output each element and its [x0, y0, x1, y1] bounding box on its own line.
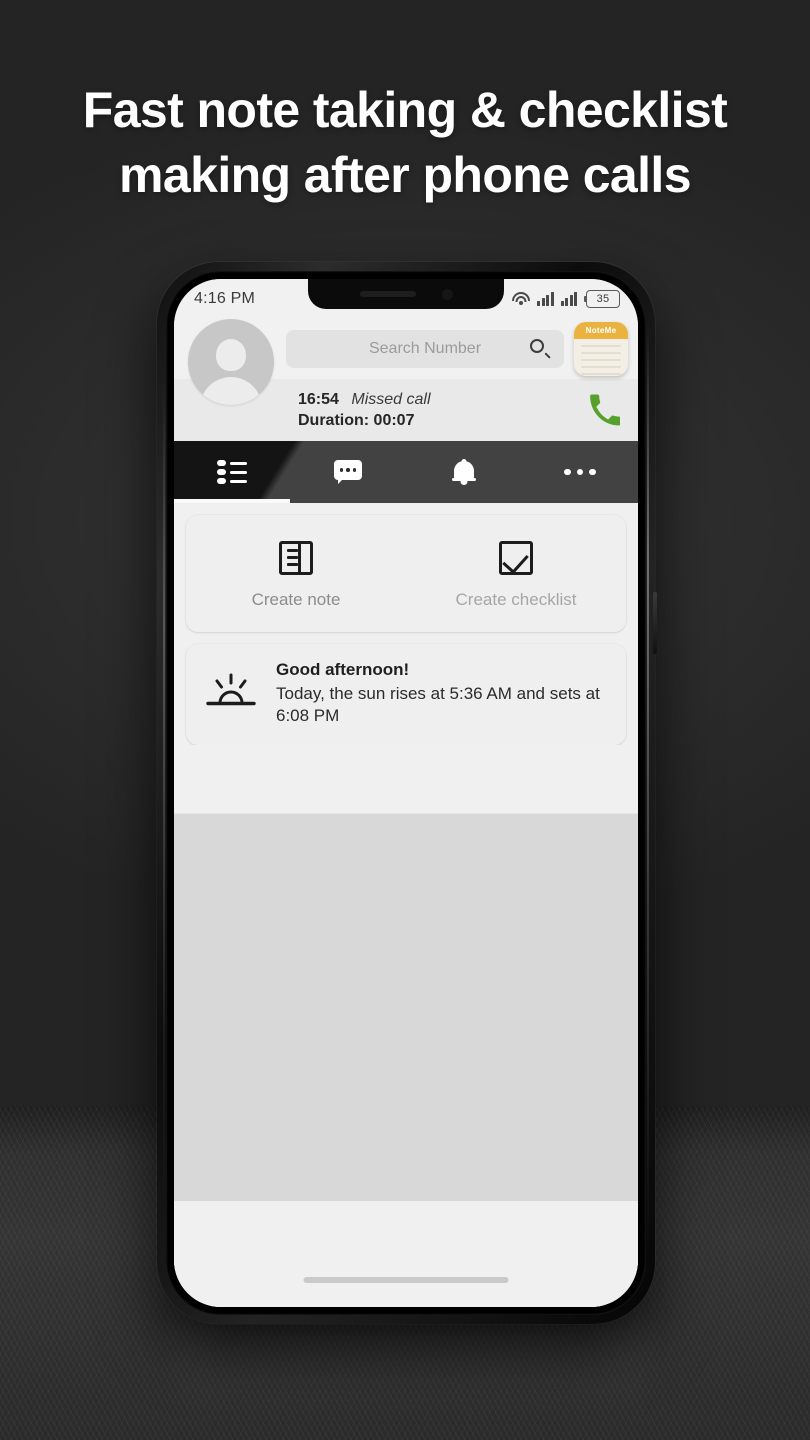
status-bar-time: 4:16 PM — [194, 290, 255, 307]
cellular-signal-icon-1 — [537, 292, 554, 306]
search-placeholder: Search Number — [368, 340, 482, 357]
phone-bezel: 4:16 PM 35 Search Number NoteMe 16:54 Mi… — [166, 271, 646, 1315]
phone-handset-icon[interactable] — [588, 394, 620, 426]
empty-list-area — [174, 812, 638, 1201]
noteme-app-icon[interactable]: NoteMe — [574, 322, 628, 376]
phone-mockup: 4:16 PM 35 Search Number NoteMe 16:54 Mi… — [157, 262, 657, 1324]
content-spacer-upper — [174, 744, 638, 813]
greeting-text: Good afternoon! Today, the sun rises at … — [276, 660, 608, 727]
avatar-head-shape — [216, 339, 246, 371]
app-header: Search Number NoteMe — [174, 319, 638, 405]
greeting-title: Good afternoon! — [276, 660, 410, 679]
battery-level-text: 35 — [586, 290, 620, 308]
tab-call-log[interactable] — [174, 441, 290, 503]
create-note-button[interactable]: Create note — [186, 541, 406, 610]
call-entry-line1: 16:54 Missed call — [298, 391, 588, 409]
tab-more[interactable] — [522, 441, 638, 503]
more-dots-icon — [564, 468, 596, 476]
chat-bubble-icon — [334, 460, 362, 484]
cellular-signal-icon-2 — [560, 292, 577, 306]
promo-headline-line1: Fast note taking & checklist — [82, 82, 728, 138]
avatar-body-shape — [200, 377, 262, 405]
app-content: Create note Create checklist Good aftern… — [174, 515, 638, 1307]
avatar[interactable] — [188, 319, 274, 405]
noteme-app-icon-label: NoteMe — [574, 322, 628, 339]
phone-screen: 4:16 PM 35 Search Number NoteMe 16:54 Mi… — [174, 279, 638, 1307]
navigation-gesture-area — [174, 1200, 638, 1307]
noteme-app-icon-lines — [574, 339, 628, 375]
create-note-label: Create note — [251, 590, 341, 609]
call-entry-text: 16:54 Missed call Duration: 00:07 — [298, 391, 588, 430]
list-icon — [217, 460, 247, 484]
note-icon — [279, 541, 313, 575]
create-checklist-button[interactable]: Create checklist — [406, 541, 626, 610]
phone-side-button[interactable] — [653, 592, 657, 654]
home-indicator-bar[interactable] — [303, 1276, 509, 1283]
status-bar-indicators: 35 — [511, 290, 620, 308]
call-entry-time: 16:54 — [298, 390, 339, 408]
phone-frame-highlight-left — [163, 382, 165, 1204]
create-actions-card: Create note Create checklist — [186, 515, 626, 632]
tab-notifications[interactable] — [406, 441, 522, 503]
phone-notch — [308, 279, 504, 309]
front-camera-icon — [441, 288, 453, 300]
promo-headline: Fast note taking & checklist making afte… — [0, 78, 810, 208]
call-entry-status: Missed call — [351, 390, 431, 408]
bottom-tab-bar — [174, 441, 638, 503]
sunrise-icon — [200, 671, 262, 715]
phone-frame-highlight-right — [647, 322, 649, 1264]
greeting-body: Today, the sun rises at 5:36 AM and sets… — [276, 684, 600, 725]
search-icon[interactable] — [530, 339, 551, 359]
battery-icon: 35 — [584, 290, 620, 308]
create-checklist-label: Create checklist — [455, 590, 577, 609]
earpiece-speaker-icon — [359, 291, 416, 297]
checkbox-checked-icon — [499, 541, 533, 575]
call-entry-duration: Duration: 00:07 — [298, 411, 415, 429]
bell-icon — [452, 459, 476, 485]
search-input[interactable]: Search Number — [286, 330, 564, 368]
greeting-card: Good afternoon! Today, the sun rises at … — [186, 644, 626, 745]
promo-headline-line2: making after phone calls — [119, 147, 691, 203]
tab-messages[interactable] — [290, 441, 406, 503]
wifi-icon — [511, 291, 530, 307]
phone-floor-reflection — [175, 1320, 645, 1430]
